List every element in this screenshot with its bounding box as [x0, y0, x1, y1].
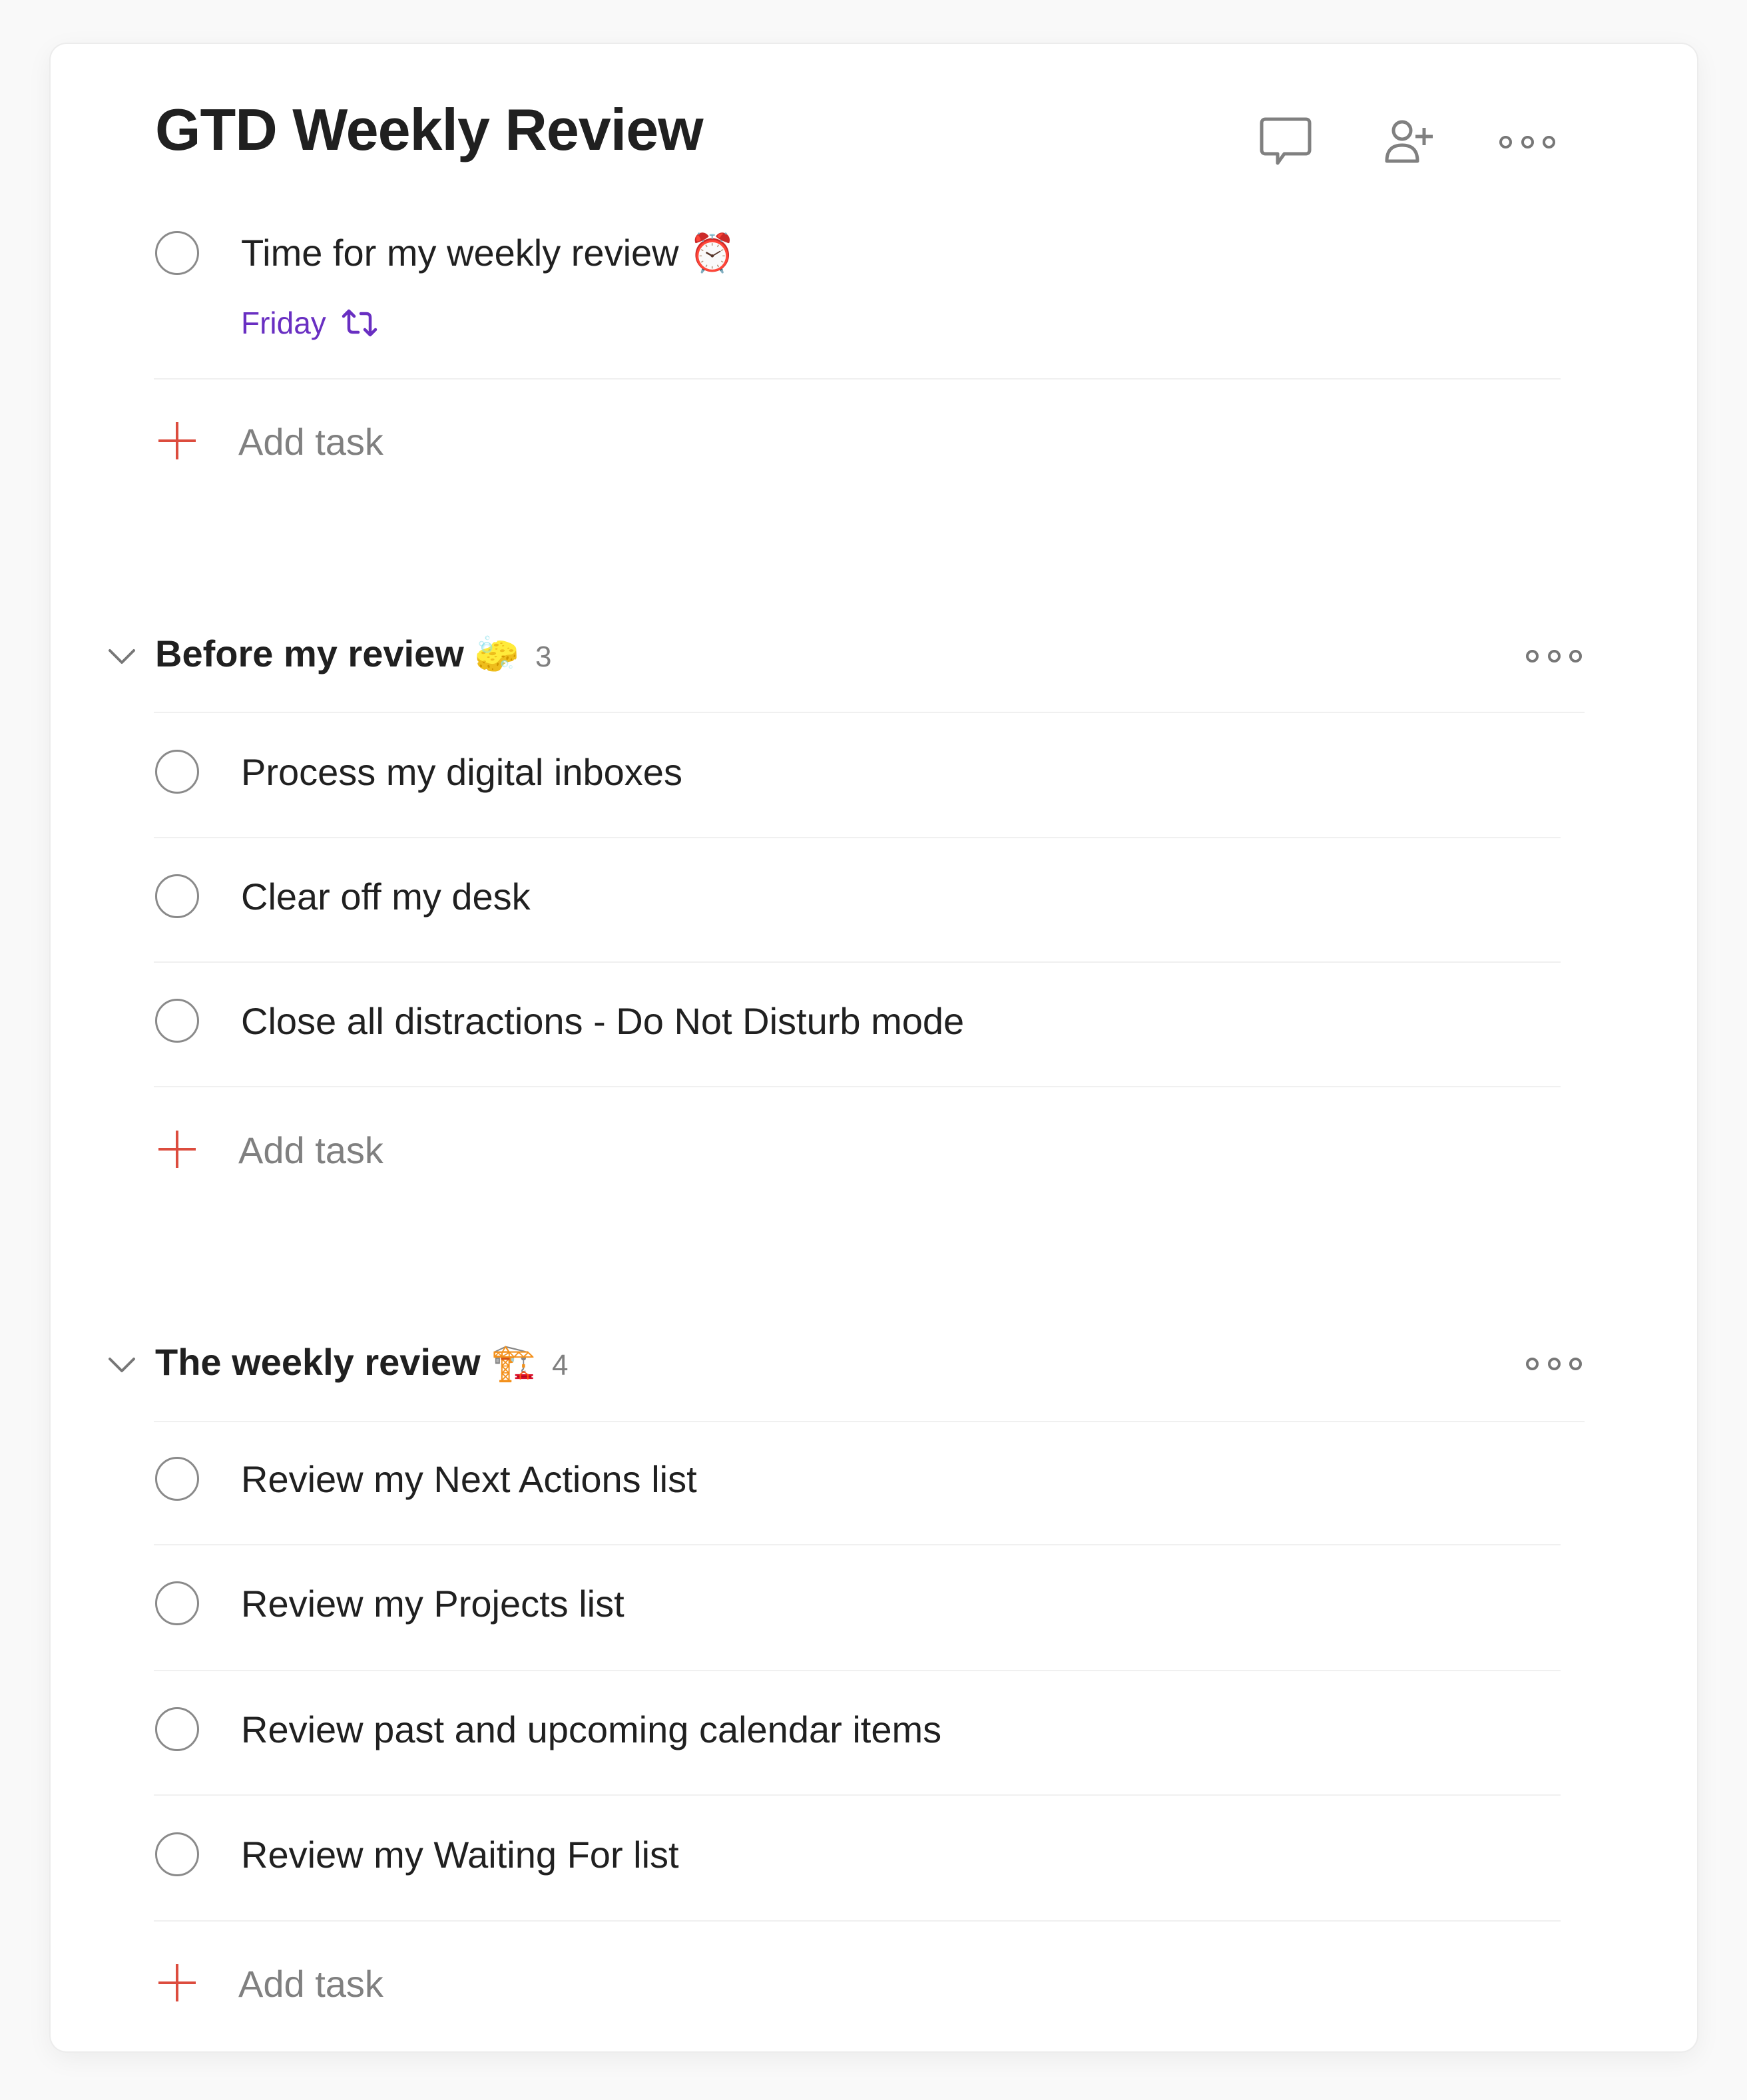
section-task-count: 3	[535, 641, 552, 673]
sponge-emoji: 🧽	[474, 635, 520, 674]
more-actions-button[interactable]	[1497, 112, 1557, 172]
add-task-button[interactable]: Add task	[238, 1966, 383, 2003]
task-checkbox[interactable]	[155, 750, 199, 794]
construction-crane-emoji: 🏗️	[491, 1343, 536, 1383]
divider	[154, 1920, 1561, 1922]
due-date[interactable]: Friday	[241, 308, 378, 338]
section-title: Before my review	[155, 633, 464, 674]
add-task-button[interactable]: Add task	[238, 423, 383, 461]
divider	[154, 1544, 1561, 1545]
more-icon	[1526, 649, 1539, 662]
section-header[interactable]: The weekly review 🏗️ 4	[155, 1341, 569, 1383]
task-checkbox[interactable]	[155, 231, 199, 275]
task-title[interactable]: Clear off my desk	[241, 878, 531, 916]
more-icon	[1499, 132, 1555, 152]
section-task-count: 4	[551, 1349, 569, 1382]
divider	[154, 837, 1561, 838]
section-more-button[interactable]	[1526, 1354, 1582, 1374]
chevron-down-icon[interactable]	[107, 647, 136, 666]
section-header[interactable]: Before my review 🧽 3	[155, 633, 552, 674]
page-title: GTD Weekly Review	[155, 97, 704, 162]
task-checkbox[interactable]	[155, 1581, 199, 1625]
comment-icon	[1260, 117, 1312, 165]
task-checkbox[interactable]	[155, 1832, 199, 1876]
task-title[interactable]: Review past and upcoming calendar items	[241, 1711, 941, 1748]
task-checkbox[interactable]	[155, 874, 199, 918]
repeat-icon	[342, 309, 377, 337]
add-task-plus-icon[interactable]	[158, 1964, 196, 2001]
task-title[interactable]: Time for my weekly review ⏰	[241, 234, 736, 272]
task-title[interactable]: Review my Next Actions list	[241, 1461, 697, 1498]
divider	[154, 378, 1561, 380]
chevron-down-icon[interactable]	[107, 1355, 136, 1375]
comment-button[interactable]	[1256, 112, 1316, 172]
task-checkbox[interactable]	[155, 999, 199, 1043]
section-more-button[interactable]	[1526, 646, 1582, 666]
task-title[interactable]: Process my digital inboxes	[241, 754, 682, 791]
add-task-plus-icon[interactable]	[158, 422, 196, 459]
project-view: GTD Weekly Review Time for my weekly rev…	[51, 44, 1697, 2051]
section-title: The weekly review	[155, 1341, 481, 1383]
task-title[interactable]: Review my Projects list	[241, 1585, 624, 1623]
divider	[154, 961, 1561, 963]
divider	[154, 1794, 1561, 1796]
more-icon	[1526, 1357, 1539, 1370]
divider	[154, 1670, 1561, 1671]
task-checkbox[interactable]	[155, 1457, 199, 1501]
due-date-label: Friday	[241, 306, 326, 340]
add-task-plus-icon[interactable]	[158, 1131, 196, 1168]
add-task-button[interactable]: Add task	[238, 1132, 383, 1169]
task-title[interactable]: Close all distractions - Do Not Disturb …	[241, 1003, 964, 1040]
task-title[interactable]: Review my Waiting For list	[241, 1836, 679, 1874]
task-checkbox[interactable]	[155, 1707, 199, 1751]
section-divider	[154, 1421, 1585, 1422]
section-divider	[154, 712, 1585, 713]
add-person-icon	[1385, 120, 1433, 163]
divider	[154, 1086, 1561, 1087]
share-button[interactable]	[1381, 112, 1441, 172]
